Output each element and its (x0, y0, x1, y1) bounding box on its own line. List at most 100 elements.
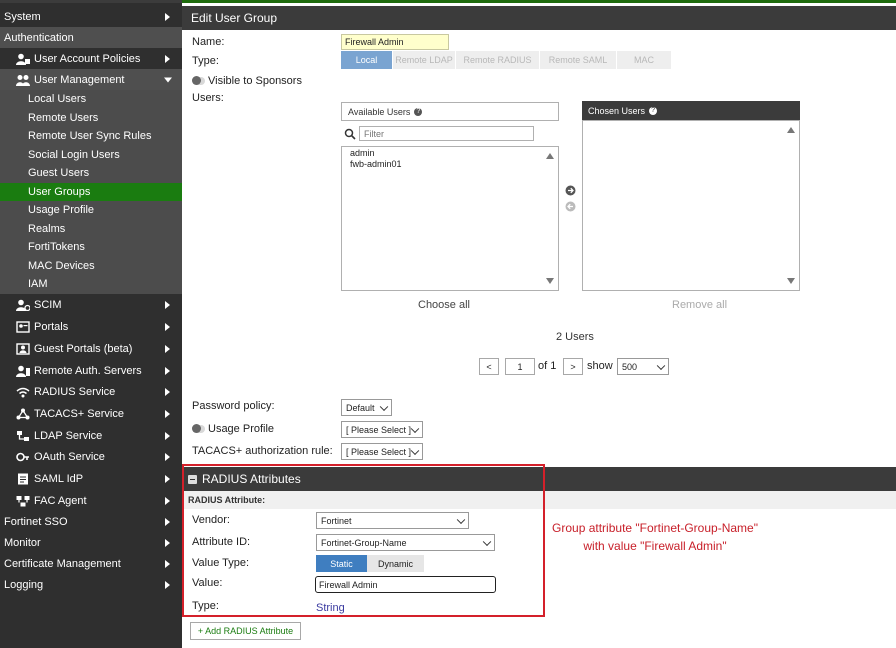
usage-profile-label: Usage Profile (208, 423, 275, 435)
sidebar-item-remote-users[interactable]: Remote Users (0, 109, 182, 128)
sidebar-item-tacacs-service[interactable]: TACACS+ Service (0, 403, 182, 425)
sidebar-item-usage-profile[interactable]: Usage Profile (0, 201, 182, 220)
sidebar-item-guest-users[interactable]: Guest Users (0, 164, 182, 183)
add-radius-attribute-button[interactable]: + Add RADIUS Attribute (190, 622, 301, 640)
sidebar-item-iam[interactable]: IAM (0, 275, 182, 294)
sidebar-item-certificate-management[interactable]: Certificate Management (0, 553, 182, 574)
scroll-down-icon[interactable] (787, 278, 795, 284)
page-number-input[interactable]: 1 (505, 358, 535, 375)
sidebar-item-ldap-service[interactable]: LDAP Service (0, 425, 182, 447)
usage-profile-toggle[interactable] (192, 424, 205, 434)
sidebar-item-monitor[interactable]: Monitor (0, 532, 182, 553)
password-policy-value: Default (346, 402, 375, 413)
tacacs-label: TACACS+ authorization rule: (192, 445, 333, 457)
sidebar-item-guest-portals-beta[interactable]: Guest Portals (beta) (0, 338, 182, 360)
portal-icon (16, 321, 30, 333)
password-policy-select[interactable]: Default (341, 399, 392, 416)
tacacs-select[interactable]: [ Please Select ] (341, 443, 423, 460)
move-right-icon[interactable] (565, 185, 576, 196)
next-page-button[interactable]: > (563, 358, 583, 375)
sidebar-item-authentication[interactable]: Authentication (0, 27, 182, 48)
sidebar-item-scim[interactable]: SCIM (0, 294, 182, 316)
chevron-right-icon (165, 580, 170, 589)
sidebar-item-system[interactable]: System (0, 6, 182, 27)
type-tab-mac[interactable]: MAC (617, 51, 671, 69)
sidebar-item-label: Local Users (28, 93, 87, 106)
saml-icon (16, 473, 30, 485)
sidebar-item-mac-devices[interactable]: MAC Devices (0, 257, 182, 276)
move-left-icon[interactable] (565, 201, 576, 212)
page-title-text: Edit User Group (191, 11, 278, 25)
sidebar-item-remote-auth-servers[interactable]: Remote Auth. Servers (0, 360, 182, 382)
list-item[interactable]: admin (350, 148, 375, 158)
sidebar-item-fac-agent[interactable]: FAC Agent (0, 490, 182, 512)
sidebar-item-portals[interactable]: Portals (0, 316, 182, 338)
type-label: Type: (192, 55, 219, 67)
sidebar-item-user-groups[interactable]: User Groups (0, 183, 182, 202)
sidebar-item-label: Social Login Users (28, 149, 120, 162)
chevron-right-icon (165, 323, 170, 331)
list-item[interactable]: fwb-admin01 (350, 159, 402, 169)
help-icon[interactable]: ? (414, 107, 423, 116)
sidebar-item-label: Remote User Sync Rules (28, 130, 152, 143)
sidebar-item-label: Certificate Management (4, 557, 121, 570)
sidebar-item-user-management[interactable]: User Management (0, 69, 182, 91)
show-label: show (587, 360, 613, 372)
filter-input[interactable] (359, 126, 534, 141)
chevron-right-icon (165, 410, 170, 418)
usage-profile-select[interactable]: [ Please Select ] (341, 421, 423, 438)
guest-portal-icon (16, 343, 30, 355)
sidebar-item-logging[interactable]: Logging (0, 574, 182, 595)
scroll-up-icon[interactable] (546, 153, 554, 159)
choose-all-button[interactable]: Choose all (418, 299, 470, 311)
sidebar-item-label: System (4, 10, 41, 23)
type-tab-remote-saml[interactable]: Remote SAML (540, 51, 616, 69)
sidebar-item-social-login-users[interactable]: Social Login Users (0, 146, 182, 165)
usage-profile-value: [ Please Select ] (346, 424, 412, 435)
chevron-right-icon (165, 538, 170, 547)
sidebar-item-oauth-service[interactable]: OAuth Service (0, 446, 182, 468)
prev-page-button[interactable]: < (479, 358, 499, 375)
scroll-up-icon[interactable] (787, 127, 795, 133)
sidebar-item-label: Remote Auth. Servers (34, 365, 142, 377)
chevron-down-icon (410, 424, 420, 433)
tacacs-value: [ Please Select ] (346, 446, 412, 457)
sidebar-item-label: FortiTokens (28, 241, 85, 254)
sidebar-item-label: RADIUS Service (34, 386, 116, 398)
sidebar-item-label: Guest Portals (beta) (34, 343, 133, 355)
sidebar-item-label: Authentication (4, 31, 74, 44)
type-tab-remote-radius[interactable]: Remote RADIUS (456, 51, 539, 69)
scroll-down-icon[interactable] (546, 278, 554, 284)
remove-all-button[interactable]: Remove all (672, 299, 727, 311)
oauth-icon (16, 451, 30, 463)
type-tab-remote-ldap[interactable]: Remote LDAP (393, 51, 455, 69)
visible-sponsors-toggle[interactable] (192, 76, 205, 86)
sidebar-item-label: Portals (34, 321, 69, 333)
users-label: Users: (192, 92, 224, 104)
chevron-right-icon (165, 55, 170, 63)
highlight-box (182, 464, 545, 617)
name-input[interactable]: Firewall Admin (341, 34, 449, 50)
sidebar-item-label: User Account Policies (34, 53, 141, 65)
page-size-select[interactable]: 500 (617, 358, 669, 375)
main-panel: Edit User Group Name: Firewall Admin Typ… (182, 0, 896, 648)
sidebar-item-radius-service[interactable]: RADIUS Service (0, 381, 182, 403)
visible-sponsors-row: Visible to Sponsors (192, 75, 302, 87)
sidebar-item-remote-user-sync-rules[interactable]: Remote User Sync Rules (0, 127, 182, 146)
page-of-text: of 1 (538, 360, 557, 372)
sidebar-item-fortitokens[interactable]: FortiTokens (0, 238, 182, 257)
sidebar-item-saml-idp[interactable]: SAML IdP (0, 468, 182, 490)
sidebar-item-label: OAuth Service (34, 451, 105, 463)
sidebar-item-label: TACACS+ Service (34, 408, 124, 420)
users-count: 2 Users (556, 331, 594, 343)
sidebar-item-fortinet-sso[interactable]: Fortinet SSO (0, 511, 182, 532)
sidebar-item-realms[interactable]: Realms (0, 220, 182, 239)
sidebar-item-label: IAM (28, 278, 48, 291)
help-icon[interactable]: ? (649, 106, 658, 115)
chosen-users-list[interactable] (582, 120, 800, 291)
available-users-list[interactable]: admin fwb-admin01 (341, 146, 559, 291)
sidebar-item-local-users[interactable]: Local Users (0, 90, 182, 109)
sidebar-item-user-account-policies[interactable]: User Account Policies (0, 48, 182, 70)
sidebar-item-label: FAC Agent (34, 495, 87, 507)
type-tab-local[interactable]: Local (341, 51, 392, 69)
